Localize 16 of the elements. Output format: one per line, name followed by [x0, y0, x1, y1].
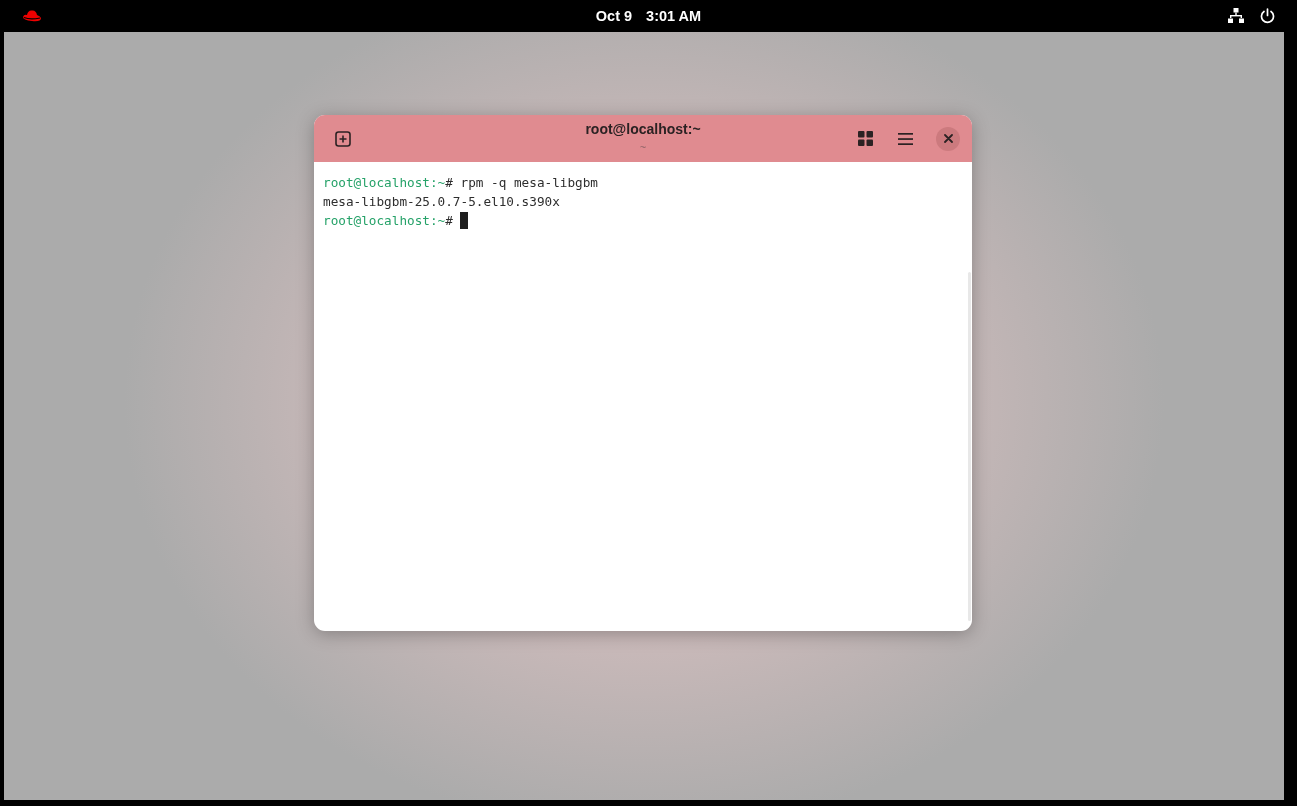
close-icon: [943, 134, 953, 143]
network-icon[interactable]: [1228, 8, 1244, 24]
prompt-line: root@localhost:~# rpm -q mesa-libgbm: [323, 174, 598, 192]
clock-button[interactable]: Oct 9 3:01 AM: [0, 0, 1297, 32]
date-text: Oct 9: [595, 8, 633, 24]
window-title: root@localhost:~: [585, 120, 701, 138]
menu-icon: [897, 132, 913, 145]
plus-square-icon: [335, 130, 351, 147]
output-line: mesa-libgbm-25.0.7-5.el10.s390x: [323, 193, 560, 211]
window-subtitle: ~: [639, 140, 647, 154]
close-button[interactable]: [936, 126, 960, 151]
power-icon[interactable]: [1260, 8, 1275, 24]
hat-logo-icon[interactable]: [22, 9, 42, 23]
time-text: 3:01 AM: [646, 8, 702, 24]
grid-icon: [857, 131, 873, 146]
prompt-line: root@localhost:~#: [323, 211, 468, 230]
